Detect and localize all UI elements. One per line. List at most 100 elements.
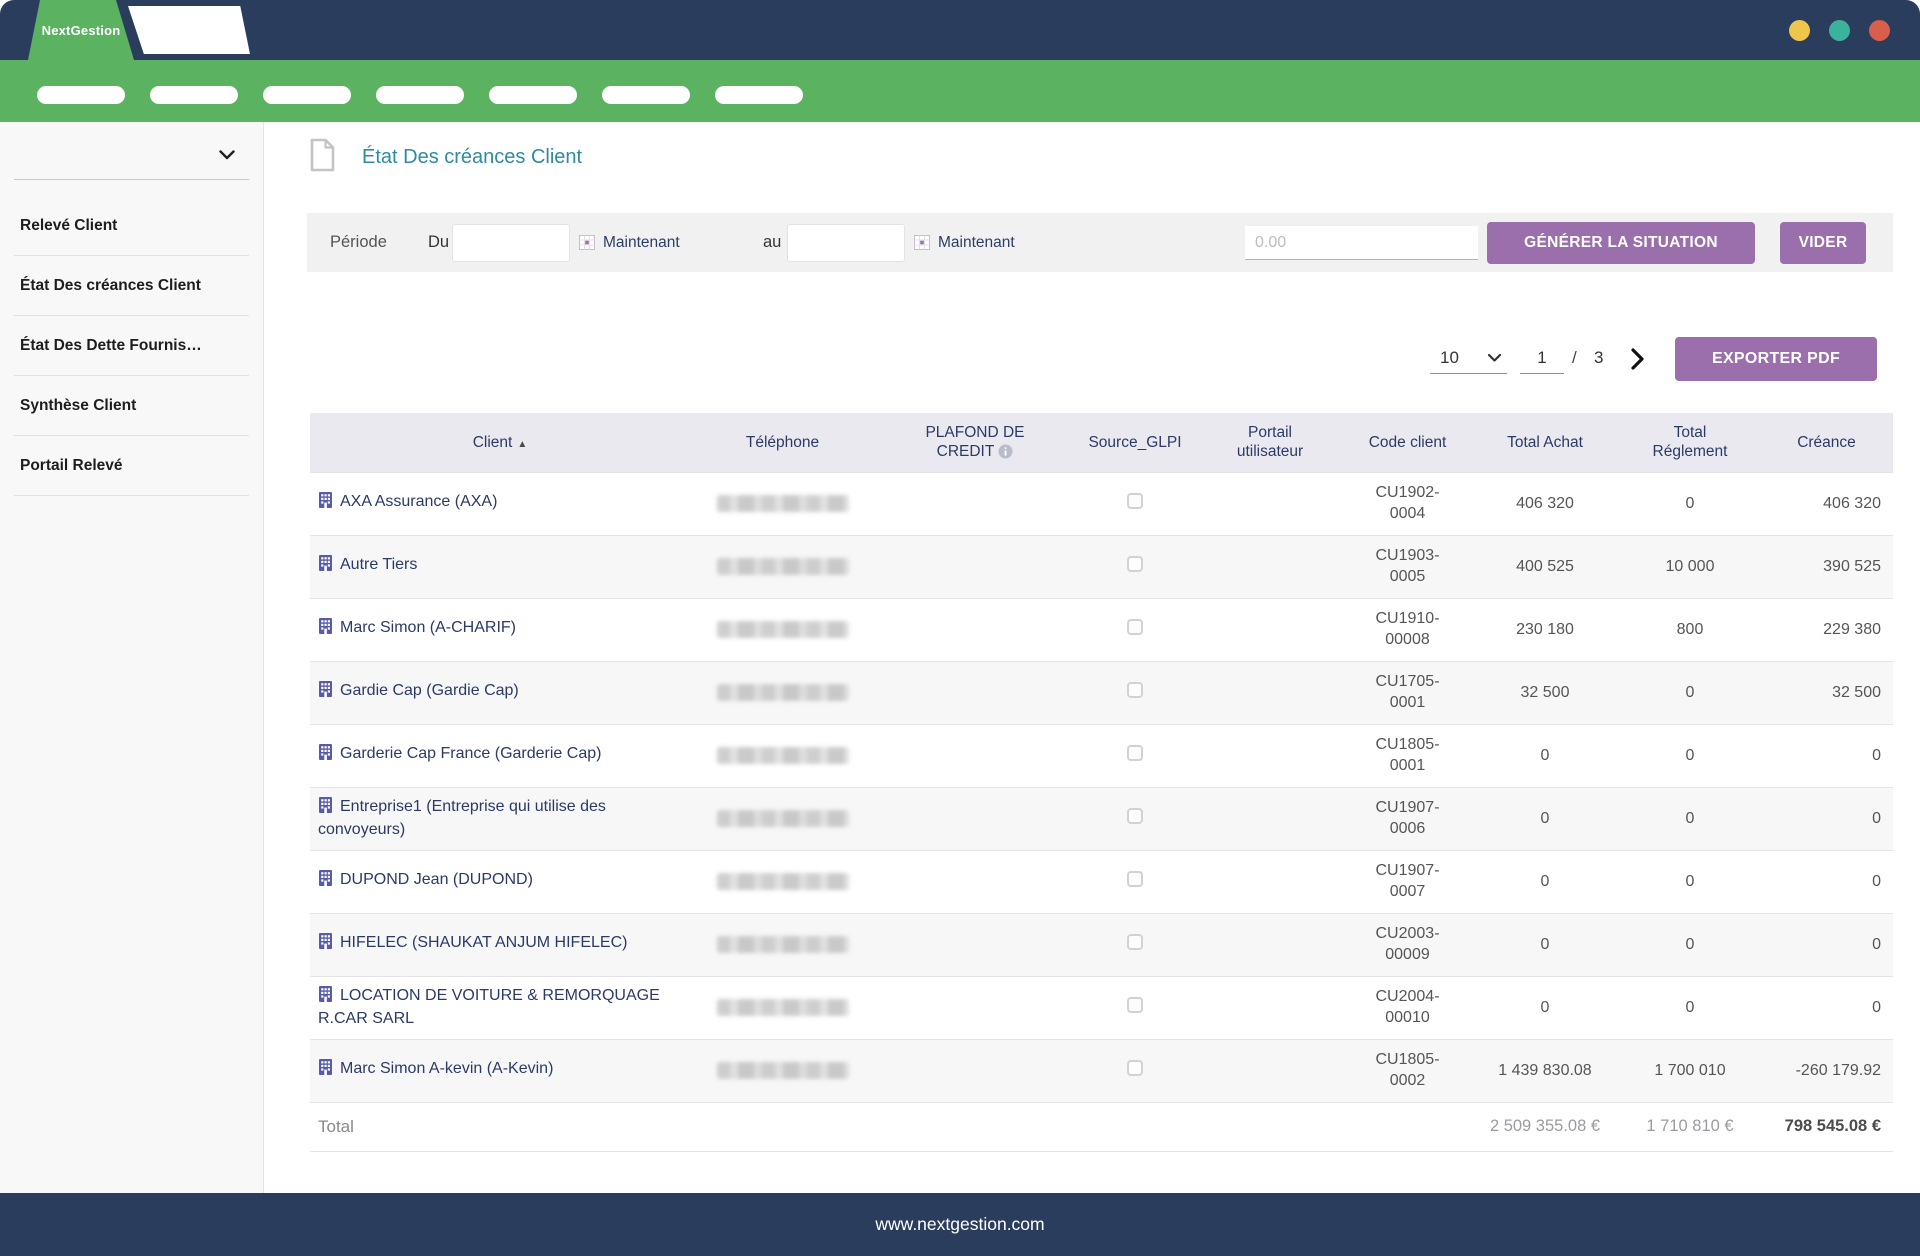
client-cell[interactable]: DUPOND Jean (DUPOND) <box>310 850 690 913</box>
client-cell[interactable]: AXA Assurance (AXA) <box>310 472 690 535</box>
phone-redacted <box>717 558 849 575</box>
sidebar-item-synthese-client[interactable]: Synthèse Client <box>14 376 249 436</box>
export-pdf-button[interactable]: EXPORTER PDF <box>1675 337 1877 381</box>
creance-cell: 0 <box>1760 976 1893 1039</box>
code-client-cell: CU1907-0006 <box>1345 787 1470 850</box>
clear-button[interactable]: VIDER <box>1780 222 1866 264</box>
source-glpi-cell <box>1075 724 1195 787</box>
client-cell[interactable]: Autre Tiers <box>310 535 690 598</box>
plafond-credit-cell <box>875 724 1075 787</box>
plafond-credit-cell <box>875 598 1075 661</box>
col-header-portail-utilisateur[interactable]: Portail utilisateur <box>1195 413 1345 472</box>
nav-item-placeholder[interactable] <box>602 86 690 104</box>
close-dot[interactable] <box>1869 20 1890 41</box>
portail-utilisateur-cell <box>1195 535 1345 598</box>
nav-item-placeholder[interactable] <box>263 86 351 104</box>
table-row: Gardie Cap (Gardie Cap) CU1705-0001 32 5… <box>310 661 1893 724</box>
source-glpi-cell <box>1075 787 1195 850</box>
plafond-credit-cell <box>875 472 1075 535</box>
col-header-source-glpi[interactable]: Source_GLPI <box>1075 413 1195 472</box>
source-glpi-checkbox[interactable] <box>1127 556 1143 572</box>
date-from-now-link[interactable]: Maintenant <box>603 213 680 272</box>
client-cell[interactable]: Gardie Cap (Gardie Cap) <box>310 661 690 724</box>
client-cell[interactable]: Entreprise1 (Entreprise qui utilise des … <box>310 787 690 850</box>
secondary-tab-placeholder[interactable] <box>128 6 250 54</box>
code-client-cell: CU1902-0004 <box>1345 472 1470 535</box>
source-glpi-checkbox[interactable] <box>1127 808 1143 824</box>
sidebar-item-portail-releve[interactable]: Portail Relevé <box>14 436 249 496</box>
page-separator: / <box>1572 348 1577 368</box>
nav-item-placeholder[interactable] <box>376 86 464 104</box>
total-reglement-cell: 0 <box>1620 787 1760 850</box>
phone-cell <box>690 850 875 913</box>
client-name: AXA Assurance (AXA) <box>340 493 497 510</box>
building-icon <box>318 797 333 820</box>
sidebar-item-etat-creances-client[interactable]: État Des créances Client <box>14 256 249 316</box>
calendar-icon[interactable] <box>579 235 595 255</box>
source-glpi-checkbox[interactable] <box>1127 871 1143 887</box>
source-glpi-checkbox[interactable] <box>1127 997 1143 1013</box>
client-name: Marc Simon A-kevin (A-Kevin) <box>340 1060 553 1077</box>
nav-item-placeholder[interactable] <box>37 86 125 104</box>
source-glpi-checkbox[interactable] <box>1127 493 1143 509</box>
col-header-code-client[interactable]: Code client <box>1345 413 1470 472</box>
col-header-telephone[interactable]: Téléphone <box>690 413 875 472</box>
table-row: LOCATION DE VOITURE & REMORQUAGE R.CAR S… <box>310 976 1893 1039</box>
client-name: DUPOND Jean (DUPOND) <box>340 871 533 888</box>
date-to-input[interactable] <box>787 224 905 262</box>
nav-item-placeholder[interactable] <box>150 86 238 104</box>
next-page-button[interactable] <box>1622 344 1652 374</box>
col-header-total-reglement[interactable]: Total Réglement <box>1620 413 1760 472</box>
phone-redacted <box>717 684 849 701</box>
client-cell[interactable]: HIFELEC (SHAUKAT ANJUM HIFELEC) <box>310 913 690 976</box>
phone-redacted <box>717 810 849 827</box>
date-from-input[interactable] <box>452 224 570 262</box>
source-glpi-checkbox[interactable] <box>1127 682 1143 698</box>
phone-cell <box>690 598 875 661</box>
source-glpi-checkbox[interactable] <box>1127 1060 1143 1076</box>
client-cell[interactable]: LOCATION DE VOITURE & REMORQUAGE R.CAR S… <box>310 976 690 1039</box>
app-window: NextGestion Relevé Client État Des créan… <box>0 0 1920 1256</box>
generate-situation-button[interactable]: GÉNÉRER LA SITUATION <box>1487 222 1755 264</box>
sidebar-report-select[interactable] <box>14 122 249 180</box>
info-icon[interactable] <box>998 444 1013 459</box>
amount-input[interactable] <box>1245 226 1478 260</box>
table-row: DUPOND Jean (DUPOND) CU1907-0007 0 0 0 <box>310 850 1893 913</box>
total-achat-cell: 0 <box>1470 976 1620 1039</box>
client-name: HIFELEC (SHAUKAT ANJUM HIFELEC) <box>340 934 627 951</box>
building-icon <box>318 933 333 956</box>
sidebar-item-etat-dette-fournisseur[interactable]: État Des Dette Fournis… <box>14 316 249 376</box>
total-reglement-cell: 0 <box>1620 472 1760 535</box>
portail-utilisateur-cell <box>1195 724 1345 787</box>
code-client-value: CU1907-0007 <box>1367 861 1449 903</box>
client-name: Entreprise1 (Entreprise qui utilise des … <box>318 798 606 838</box>
minimize-dot[interactable] <box>1789 20 1810 41</box>
source-glpi-checkbox[interactable] <box>1127 745 1143 761</box>
col-header-total-achat[interactable]: Total Achat <box>1470 413 1620 472</box>
maximize-dot[interactable] <box>1829 20 1850 41</box>
source-glpi-checkbox[interactable] <box>1127 934 1143 950</box>
page-size-select[interactable]: 10 <box>1430 342 1507 374</box>
sidebar-item-releve-client[interactable]: Relevé Client <box>14 196 249 256</box>
client-cell[interactable]: Marc Simon (A-CHARIF) <box>310 598 690 661</box>
source-glpi-checkbox[interactable] <box>1127 619 1143 635</box>
sort-asc-icon: ▲ <box>517 439 527 450</box>
code-client-cell: CU2004-00010 <box>1345 976 1470 1039</box>
nav-item-placeholder[interactable] <box>715 86 803 104</box>
client-name: Autre Tiers <box>340 556 417 573</box>
col-header-creance[interactable]: Créance <box>1760 413 1893 472</box>
brand-tab[interactable]: NextGestion <box>28 0 134 60</box>
client-cell[interactable]: Marc Simon A-kevin (A-Kevin) <box>310 1039 690 1102</box>
phone-cell <box>690 535 875 598</box>
total-achat-cell: 0 <box>1470 913 1620 976</box>
client-cell[interactable]: Garderie Cap France (Garderie Cap) <box>310 724 690 787</box>
phone-cell <box>690 661 875 724</box>
date-to-now-link[interactable]: Maintenant <box>938 213 1015 272</box>
page-size-value: 10 <box>1440 348 1459 368</box>
col-header-plafond-credit[interactable]: PLAFOND DE CREDIT <box>875 413 1075 472</box>
col-header-client[interactable]: Client▲ <box>310 413 690 472</box>
nav-item-placeholder[interactable] <box>489 86 577 104</box>
current-page-input[interactable] <box>1520 342 1564 374</box>
calendar-icon[interactable] <box>914 235 930 255</box>
phone-redacted <box>717 495 849 512</box>
